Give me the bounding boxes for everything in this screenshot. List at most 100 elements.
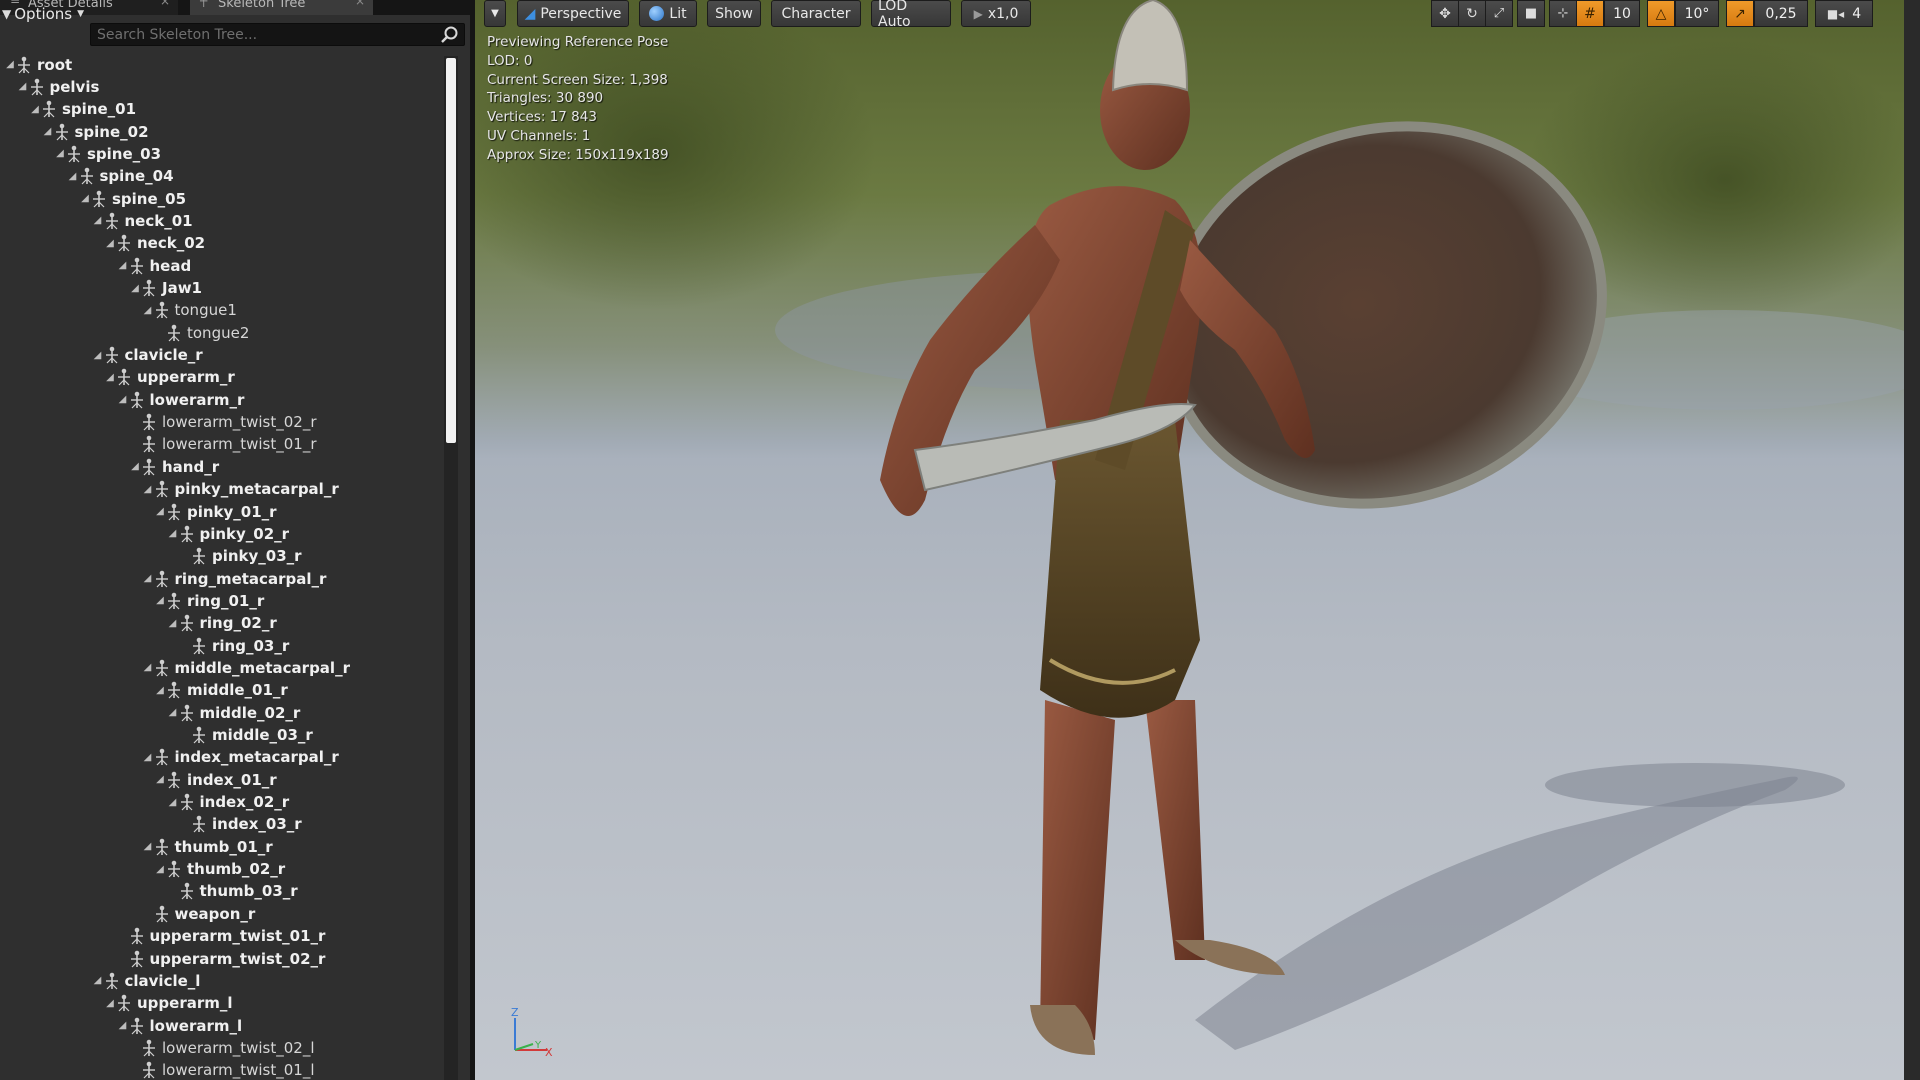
expand-arrow-icon[interactable]: ◢: [117, 260, 129, 271]
lod-dropdown[interactable]: LOD Auto: [871, 0, 951, 30]
expand-arrow-icon[interactable]: ◢: [154, 774, 166, 785]
bone-row[interactable]: ◢ head: [0, 255, 445, 276]
expand-arrow-icon[interactable]: ◢: [167, 797, 179, 808]
rotation-snap-toggle[interactable]: △: [1647, 0, 1675, 27]
bone-row[interactable]: ◢ pinky_03_r: [0, 546, 445, 567]
bone-row[interactable]: ◢ index_02_r: [0, 792, 445, 813]
viewport[interactable]: ▼ ◢ Perspective Lit Show Character LOD A…: [475, 0, 1920, 1080]
expand-arrow-icon[interactable]: ◢: [4, 59, 16, 70]
expand-arrow-icon[interactable]: ◢: [117, 394, 129, 405]
rotation-snap-value[interactable]: 10°: [1675, 0, 1719, 27]
bone-row[interactable]: ◢ middle_metacarpal_r: [0, 657, 445, 678]
close-icon[interactable]: ×: [355, 0, 365, 7]
expand-arrow-icon[interactable]: ◢: [142, 573, 154, 584]
scrollbar-thumb[interactable]: [446, 58, 456, 443]
search-icon[interactable]: [440, 25, 460, 45]
bone-row[interactable]: ◢ upperarm_r: [0, 367, 445, 388]
bone-row[interactable]: ◢ upperarm_twist_02_r: [0, 948, 445, 969]
bone-row[interactable]: ◢ weapon_r: [0, 903, 445, 924]
bone-row[interactable]: ◢ index_01_r: [0, 769, 445, 790]
rotate-mode-button[interactable]: ↻: [1458, 0, 1486, 27]
tab-skeleton-tree[interactable]: ╪ Skeleton Tree ×: [190, 0, 373, 15]
search-input[interactable]: [97, 26, 427, 44]
bone-row[interactable]: ◢ spine_02: [0, 121, 445, 142]
viewport-options-dropdown[interactable]: ▼: [484, 0, 506, 27]
bone-row[interactable]: ◢ pinky_02_r: [0, 523, 445, 544]
bone-row[interactable]: ◢ tongue1: [0, 300, 445, 321]
bone-row[interactable]: ◢ thumb_03_r: [0, 881, 445, 902]
scale-snap-value[interactable]: 0,25: [1754, 0, 1808, 27]
bone-row[interactable]: ◢ clavicle_l: [0, 970, 445, 991]
expand-arrow-icon[interactable]: ◢: [142, 841, 154, 852]
expand-arrow-icon[interactable]: ◢: [154, 506, 166, 517]
bone-row[interactable]: ◢ lowerarm_twist_02_r: [0, 412, 445, 433]
bone-row[interactable]: ◢ ring_03_r: [0, 635, 445, 656]
bone-row[interactable]: ◢ pinky_metacarpal_r: [0, 479, 445, 500]
bone-row[interactable]: ◢ spine_04: [0, 166, 445, 187]
bone-row[interactable]: ◢ pinky_01_r: [0, 501, 445, 522]
show-dropdown[interactable]: Show: [707, 0, 761, 27]
bone-row[interactable]: ◢ lowerarm_r: [0, 389, 445, 410]
perspective-dropdown[interactable]: ◢ Perspective: [517, 0, 629, 27]
bone-row[interactable]: ◢ spine_05: [0, 188, 445, 209]
expand-arrow-icon[interactable]: ◢: [142, 752, 154, 763]
bone-row[interactable]: ◢ tongue2: [0, 322, 445, 343]
bone-row[interactable]: ◢ spine_03: [0, 143, 445, 164]
expand-arrow-icon[interactable]: ◢: [17, 81, 29, 92]
bone-row[interactable]: ◢ pelvis: [0, 76, 445, 97]
expand-arrow-icon[interactable]: ◢: [154, 864, 166, 875]
playback-speed-dropdown[interactable]: ▶ x1,0: [961, 0, 1031, 27]
bone-row[interactable]: ◢ lowerarm_twist_01_l: [0, 1060, 445, 1080]
expand-arrow-icon[interactable]: ◢: [142, 305, 154, 316]
scale-snap-toggle[interactable]: ↗: [1726, 0, 1754, 27]
expand-arrow-icon[interactable]: ◢: [29, 104, 41, 115]
expand-arrow-icon[interactable]: ◢: [67, 171, 79, 182]
coordinate-space-button[interactable]: ■: [1517, 0, 1545, 27]
expand-arrow-icon[interactable]: ◢: [167, 618, 179, 629]
scale-mode-button[interactable]: ⤢: [1485, 0, 1513, 27]
bone-row[interactable]: ◢ ring_01_r: [0, 590, 445, 611]
bone-row[interactable]: ◢ ring_metacarpal_r: [0, 568, 445, 589]
bone-row[interactable]: ◢ middle_01_r: [0, 680, 445, 701]
expand-arrow-icon[interactable]: ◢: [104, 238, 116, 249]
close-icon[interactable]: ×: [160, 0, 170, 7]
expand-arrow-icon[interactable]: ◢: [154, 595, 166, 606]
bone-row[interactable]: ◢ Jaw1: [0, 278, 445, 299]
expand-arrow-icon[interactable]: ◢: [42, 126, 54, 137]
expand-arrow-icon[interactable]: ◢: [92, 975, 104, 986]
expand-arrow-icon[interactable]: ◢: [117, 1020, 129, 1031]
bone-row[interactable]: ◢ hand_r: [0, 456, 445, 477]
bone-row[interactable]: ◢ index_metacarpal_r: [0, 747, 445, 768]
bone-row[interactable]: ◢ index_03_r: [0, 814, 445, 835]
bone-row[interactable]: ◢ root: [0, 54, 445, 75]
expand-arrow-icon[interactable]: ◢: [142, 484, 154, 495]
bone-row[interactable]: ◢ thumb_02_r: [0, 859, 445, 880]
expand-arrow-icon[interactable]: ◢: [104, 372, 116, 383]
expand-arrow-icon[interactable]: ◢: [167, 707, 179, 718]
view-mode-dropdown[interactable]: Lit: [639, 0, 697, 27]
bone-row[interactable]: ◢ middle_02_r: [0, 702, 445, 723]
expand-arrow-icon[interactable]: ◢: [129, 283, 141, 294]
translate-mode-button[interactable]: ✥: [1431, 0, 1459, 27]
bone-row[interactable]: ◢ clavicle_r: [0, 345, 445, 366]
bone-row[interactable]: ◢ upperarm_l: [0, 993, 445, 1014]
bone-row[interactable]: ◢ spine_01: [0, 99, 445, 120]
expand-arrow-icon[interactable]: ◢: [104, 998, 116, 1009]
expand-arrow-icon[interactable]: ◢: [92, 350, 104, 361]
bone-row[interactable]: ◢ lowerarm_l: [0, 1015, 445, 1036]
bone-row[interactable]: ◢ neck_01: [0, 210, 445, 231]
bone-row[interactable]: ◢ neck_02: [0, 233, 445, 254]
grid-snap-toggle[interactable]: #: [1576, 0, 1604, 27]
bone-row[interactable]: ◢ middle_03_r: [0, 725, 445, 746]
camera-speed-button[interactable]: ■◂ 4: [1815, 0, 1873, 27]
expand-arrow-icon[interactable]: ◢: [142, 662, 154, 673]
bone-row[interactable]: ◢ lowerarm_twist_02_l: [0, 1037, 445, 1058]
bone-row[interactable]: ◢ thumb_01_r: [0, 836, 445, 857]
character-dropdown[interactable]: Character: [771, 0, 861, 27]
expand-arrow-icon[interactable]: ◢: [92, 215, 104, 226]
expand-arrow-icon[interactable]: ◢: [154, 685, 166, 696]
options-dropdown[interactable]: ▼ Options ▼: [2, 4, 84, 24]
surface-snap-button[interactable]: ⊹: [1549, 0, 1577, 27]
expand-arrow-icon[interactable]: ◢: [167, 528, 179, 539]
expand-arrow-icon[interactable]: ◢: [54, 148, 66, 159]
